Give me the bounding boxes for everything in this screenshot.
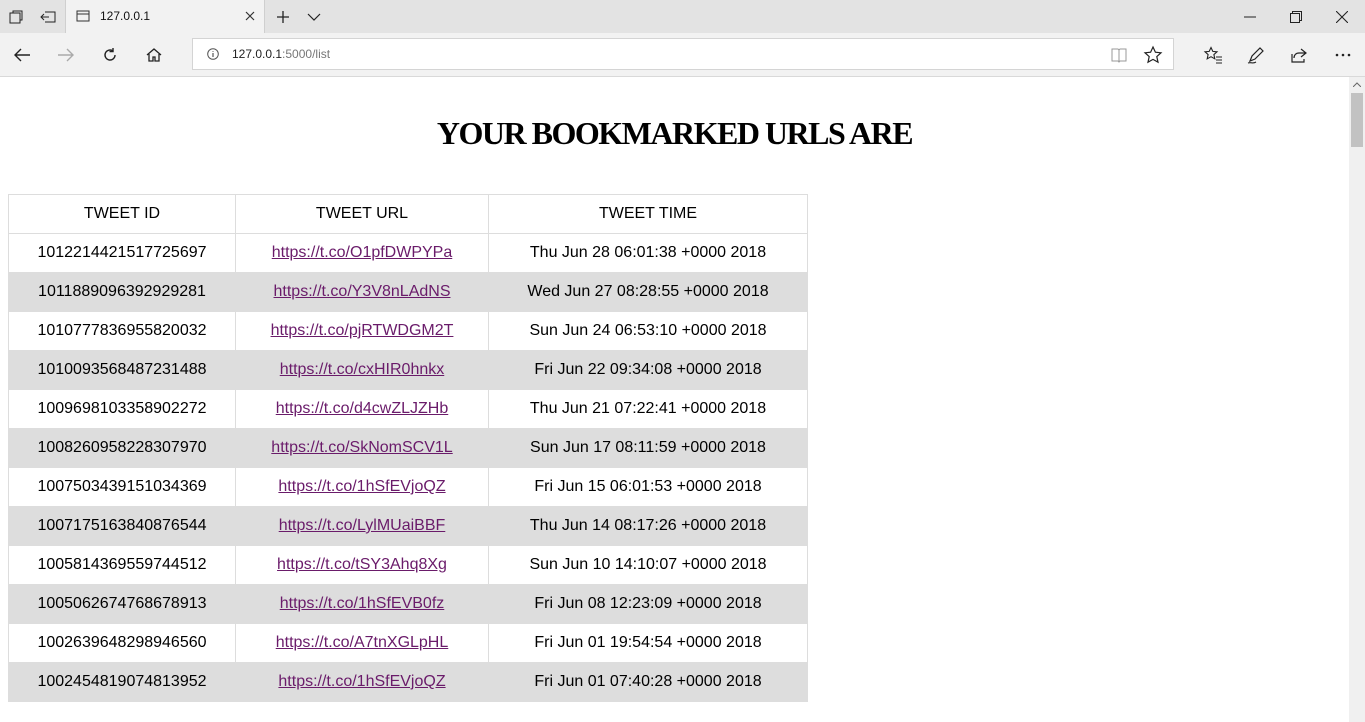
table-row: 1011889096392929281 https://t.co/Y3V8nLAd… <box>8 272 808 312</box>
site-info-icon[interactable] <box>207 48 219 60</box>
tweet-url-link[interactable]: https://t.co/1hSfEVB0fz <box>280 595 445 612</box>
url-text: 127.0.0.1:5000/list <box>232 47 330 61</box>
tweet-url-link[interactable]: https://t.co/LylMUaiBBF <box>279 517 446 534</box>
tweet-url-cell: https://t.co/O1pfDWPYPa <box>235 233 489 273</box>
tweet-time-cell: Thu Jun 28 06:01:38 +0000 2018 <box>488 233 808 273</box>
tweet-time-cell: Fri Jun 01 19:54:54 +0000 2018 <box>488 623 808 663</box>
tweet-id-cell: 1005062674768678913 <box>8 584 236 624</box>
close-window-icon[interactable] <box>1319 0 1365 33</box>
back-icon[interactable] <box>4 37 40 73</box>
tab-manager-icon[interactable] <box>0 0 32 33</box>
tweet-url-cell: https://t.co/tSY3Ahq8Xg <box>235 545 489 585</box>
close-tab-icon[interactable] <box>242 8 258 24</box>
tweet-url-cell: https://t.co/1hSfEVjoQZ <box>235 467 489 507</box>
tweet-id-cell: 1007175163840876544 <box>8 506 236 546</box>
table-row: 1012214421517725697 https://t.co/O1pfDWPY… <box>8 233 808 273</box>
tweet-url-link[interactable]: https://t.co/Y3V8nLAdNS <box>274 283 451 300</box>
tweet-url-cell: https://t.co/1hSfEVB0fz <box>235 584 489 624</box>
tweet-url-link[interactable]: https://t.co/cxHIR0hnkx <box>280 361 445 378</box>
tweet-url-link[interactable]: https://t.co/A7tnXGLpHL <box>276 634 449 651</box>
forward-icon[interactable] <box>48 37 84 73</box>
reading-view-icon[interactable] <box>1110 46 1128 64</box>
tweet-url-link[interactable]: https://t.co/O1pfDWPYPa <box>272 244 453 261</box>
tweet-time-cell: Fri Jun 15 06:01:53 +0000 2018 <box>488 467 808 507</box>
table-row: 1002639648298946560 https://t.co/A7tnXGLp… <box>8 623 808 663</box>
tweet-id-cell: 1008260958228307970 <box>8 428 236 468</box>
url-path: :5000/list <box>282 47 331 61</box>
tweet-url-link[interactable]: https://t.co/SkNomSCV1L <box>271 439 452 456</box>
vertical-scrollbar[interactable] <box>1349 77 1365 722</box>
tweet-url-cell: https://t.co/LylMUaiBBF <box>235 506 489 546</box>
tweet-time-cell: Sun Jun 17 08:11:59 +0000 2018 <box>488 428 808 468</box>
favorites-hub-icon[interactable] <box>1195 37 1231 73</box>
add-favorite-star-icon[interactable] <box>1143 45 1163 65</box>
tweet-url-cell: https://t.co/cxHIR0hnkx <box>235 350 489 390</box>
tweet-time-cell: Fri Jun 01 07:40:28 +0000 2018 <box>488 662 808 702</box>
minimize-icon[interactable] <box>1227 0 1273 33</box>
tweet-url-cell: https://t.co/pjRTWDGM2T <box>235 311 489 351</box>
tab-title: 127.0.0.1 <box>100 9 151 23</box>
tweet-id-cell: 1010093568487231488 <box>8 350 236 390</box>
tweet-time-cell: Sun Jun 24 06:53:10 +0000 2018 <box>488 311 808 351</box>
bookmark-table: TWEET ID TWEET URL TWEET TIME 1012214421… <box>8 194 808 702</box>
table-header-row: TWEET ID TWEET URL TWEET TIME <box>8 194 808 234</box>
tweet-url-cell: https://t.co/1hSfEVjoQZ <box>235 662 489 702</box>
tweet-id-cell: 1005814369559744512 <box>8 545 236 585</box>
tweet-url-cell: https://t.co/Y3V8nLAdNS <box>235 272 489 312</box>
tweet-url-link[interactable]: https://t.co/tSY3Ahq8Xg <box>277 556 447 573</box>
tab-active[interactable]: 127.0.0.1 <box>65 0 265 33</box>
tweet-time-cell: Sun Jun 10 14:10:07 +0000 2018 <box>488 545 808 585</box>
column-header-tweet-id: TWEET ID <box>8 194 236 234</box>
table-row: 1008260958228307970 https://t.co/SkNomSCV… <box>8 428 808 468</box>
tweet-id-cell: 1011889096392929281 <box>8 272 236 312</box>
tweet-time-cell: Fri Jun 08 12:23:09 +0000 2018 <box>488 584 808 624</box>
tweet-id-cell: 1010777836955820032 <box>8 311 236 351</box>
table-body: 1012214421517725697 https://t.co/O1pfDWPY… <box>8 233 808 702</box>
tweet-url-link[interactable]: https://t.co/1hSfEVjoQZ <box>278 478 445 495</box>
table-row: 1002454819074813952 https://t.co/1hSfEVjo… <box>8 662 808 702</box>
home-icon[interactable] <box>136 37 172 73</box>
tab-preview-chevron-icon[interactable] <box>298 0 330 33</box>
share-icon[interactable] <box>1281 37 1317 73</box>
url-host: 127.0.0.1 <box>232 47 283 61</box>
table-row: 1010777836955820032 https://t.co/pjRTWDGM… <box>8 311 808 351</box>
table-row: 1009698103358902272 https://t.co/d4cwZLJZ… <box>8 389 808 429</box>
tweet-time-cell: Thu Jun 14 08:17:26 +0000 2018 <box>488 506 808 546</box>
table-row: 1007503439151034369 https://t.co/1hSfEVjo… <box>8 467 808 507</box>
set-aside-tabs-icon[interactable] <box>32 0 64 33</box>
tweet-id-cell: 1009698103358902272 <box>8 389 236 429</box>
navigation-bar: 127.0.0.1:5000/list <box>0 33 1365 77</box>
page-favicon-icon <box>76 10 90 22</box>
tweet-time-cell: Thu Jun 21 07:22:41 +0000 2018 <box>488 389 808 429</box>
tweet-url-cell: https://t.co/SkNomSCV1L <box>235 428 489 468</box>
table-row: 1010093568487231488 https://t.co/cxHIR0hn… <box>8 350 808 390</box>
table-row: 1007175163840876544 https://t.co/LylMUaiB… <box>8 506 808 546</box>
tweet-url-cell: https://t.co/A7tnXGLpHL <box>235 623 489 663</box>
tweet-url-link[interactable]: https://t.co/pjRTWDGM2T <box>271 322 454 339</box>
web-note-pen-icon[interactable] <box>1238 37 1274 73</box>
tweet-url-link[interactable]: https://t.co/d4cwZLJZHb <box>276 400 449 417</box>
tweet-id-cell: 1012214421517725697 <box>8 233 236 273</box>
tweet-time-cell: Fri Jun 22 09:34:08 +0000 2018 <box>488 350 808 390</box>
page-title: YOUR BOOKMARKED URLS ARE <box>436 115 914 151</box>
table-row: 1005062674768678913 https://t.co/1hSfEVB0… <box>8 584 808 624</box>
tweet-time-cell: Wed Jun 27 08:28:55 +0000 2018 <box>488 272 808 312</box>
page-viewport: YOUR BOOKMARKED URLS ARE TWEET ID TWEET … <box>0 77 1349 722</box>
column-header-tweet-url: TWEET URL <box>235 194 489 234</box>
tweet-url-link[interactable]: https://t.co/1hSfEVjoQZ <box>278 673 445 690</box>
tweet-id-cell: 1002454819074813952 <box>8 662 236 702</box>
column-header-tweet-time: TWEET TIME <box>488 194 808 234</box>
scrollbar-thumb[interactable] <box>1351 93 1363 147</box>
more-options-icon[interactable] <box>1325 37 1361 73</box>
tab-bar: 127.0.0.1 <box>0 0 1365 33</box>
scroll-up-arrow-icon[interactable] <box>1349 77 1365 91</box>
new-tab-icon[interactable] <box>267 0 299 33</box>
refresh-icon[interactable] <box>92 37 128 73</box>
tweet-id-cell: 1002639648298946560 <box>8 623 236 663</box>
tweet-id-cell: 1007503439151034369 <box>8 467 236 507</box>
restore-icon[interactable] <box>1273 0 1319 33</box>
address-bar[interactable]: 127.0.0.1:5000/list <box>192 38 1174 70</box>
table-row: 1005814369559744512 https://t.co/tSY3Ahq8… <box>8 545 808 585</box>
tweet-url-cell: https://t.co/d4cwZLJZHb <box>235 389 489 429</box>
